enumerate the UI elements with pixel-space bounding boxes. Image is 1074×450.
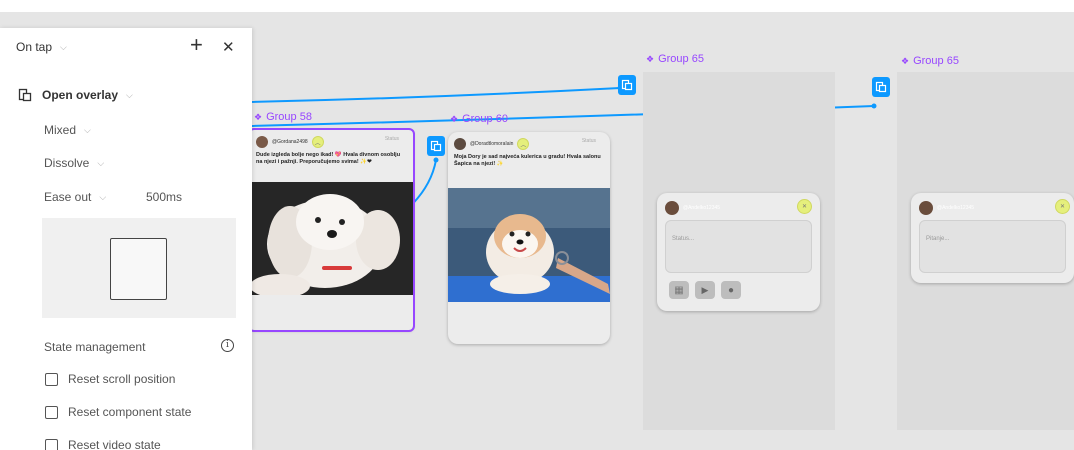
action-dropdown[interactable]: Open overlay ⌵ bbox=[18, 88, 133, 102]
connection-line-1 bbox=[249, 87, 621, 103]
composer-username: @Andelko12345 bbox=[683, 205, 721, 211]
prototype-node-icon[interactable] bbox=[427, 136, 445, 156]
chevron-up-icon[interactable]: ︿ bbox=[517, 138, 530, 150]
animation-dropdown[interactable]: Dissolve ⌵ bbox=[44, 156, 104, 170]
close-panel-button[interactable]: ✕ bbox=[222, 38, 235, 56]
checkbox-label: Reset scroll position bbox=[68, 372, 176, 386]
chevron-up-icon[interactable]: ︿ bbox=[311, 136, 324, 148]
duration-input[interactable]: 500ms bbox=[146, 190, 182, 204]
prototype-node-icon[interactable] bbox=[618, 75, 636, 95]
component-icon: ❖ bbox=[646, 53, 655, 64]
dog-photo-pomeranian bbox=[448, 188, 610, 302]
component-icon: ❖ bbox=[254, 111, 263, 122]
close-icon[interactable]: ✕ bbox=[797, 199, 812, 214]
frame-label-group-65-b[interactable]: ❖ Group 65 bbox=[901, 55, 959, 67]
checkbox-label: Reset video state bbox=[68, 438, 161, 450]
chevron-down-icon: ⌵ bbox=[60, 41, 67, 52]
component-icon: ❖ bbox=[450, 113, 459, 124]
dog-photo-maltese bbox=[250, 182, 413, 295]
state-management-label: State management bbox=[44, 340, 146, 354]
post-username: @DoradtlomoraIain bbox=[470, 141, 514, 147]
checkbox-label: Reset component state bbox=[68, 405, 192, 419]
question-input[interactable]: Pitanje... bbox=[919, 220, 1066, 273]
post-username: @Gordana2498 bbox=[272, 139, 308, 145]
post-card-dory[interactable]: @DoradtlomoraIain ︿ Status Moja Dory je … bbox=[448, 132, 610, 344]
reset-video-checkbox[interactable]: Reset video state bbox=[45, 438, 161, 450]
composer-card-a[interactable]: @Andelko12345 ✕ Status... ▦ ▶ ● bbox=[657, 193, 820, 311]
easing-dropdown[interactable]: Ease out ⌵ bbox=[44, 190, 106, 204]
action-label: Open overlay bbox=[42, 88, 119, 102]
post-text: Dude izgleda bolje nego ikad! 💖 Hvala di… bbox=[256, 152, 401, 165]
post-status: Status bbox=[581, 138, 596, 144]
component-icon: ❖ bbox=[901, 55, 910, 66]
post-status: Status bbox=[384, 136, 399, 142]
post-card-gordana[interactable]: @Gordana2498 ︿ Status Dude izgleda bolje… bbox=[248, 128, 415, 332]
animation-label: Dissolve bbox=[44, 156, 90, 170]
status-input[interactable]: Status... bbox=[665, 220, 812, 273]
open-overlay-icon bbox=[18, 88, 32, 102]
chevron-down-icon: ⌵ bbox=[97, 157, 105, 168]
video-icon[interactable]: ▶ bbox=[695, 281, 715, 299]
trigger-dropdown[interactable]: On tap ⌵ bbox=[16, 40, 67, 54]
image-icon[interactable]: ▦ bbox=[669, 281, 689, 299]
trigger-label: On tap bbox=[16, 40, 53, 54]
avatar bbox=[454, 138, 466, 150]
close-icon[interactable]: ✕ bbox=[1055, 199, 1070, 214]
frame-label-group-65-a[interactable]: ❖ Group 65 bbox=[646, 53, 704, 65]
position-dropdown[interactable]: Mixed ⌵ bbox=[44, 123, 91, 137]
composer-username: @Andelko12345 bbox=[937, 205, 975, 211]
prototype-node-icon[interactable] bbox=[872, 77, 890, 97]
position-label: Mixed bbox=[44, 123, 77, 137]
checkbox-box[interactable] bbox=[45, 405, 58, 419]
avatar bbox=[665, 201, 679, 215]
avatar bbox=[256, 136, 268, 148]
frame-label-group-60[interactable]: ❖ Group 60 bbox=[450, 113, 508, 125]
location-icon[interactable]: ● bbox=[721, 281, 741, 299]
avatar bbox=[919, 201, 933, 215]
chevron-down-icon: ⌵ bbox=[126, 89, 133, 100]
post-text: Moja Dory je sad najveća kulerica u grad… bbox=[454, 154, 601, 167]
checkbox-box[interactable] bbox=[45, 372, 58, 386]
checkbox-box[interactable] bbox=[45, 438, 58, 450]
animation-preview bbox=[42, 218, 236, 318]
state-management-header: State management bbox=[44, 340, 145, 354]
question-placeholder: Pitanje... bbox=[926, 236, 950, 242]
easing-label: Ease out bbox=[44, 190, 92, 204]
add-interaction-button[interactable]: + bbox=[190, 32, 203, 58]
info-icon[interactable]: i bbox=[221, 339, 234, 352]
composer-card-b[interactable]: @Andelko12345 ✕ Pitanje... bbox=[911, 193, 1074, 283]
chevron-down-icon: ⌵ bbox=[99, 191, 107, 202]
preview-frame bbox=[110, 238, 167, 300]
interaction-panel: On tap ⌵ + ✕ Open overlay ⌵ Mixed ⌵ Diss… bbox=[0, 28, 252, 450]
reset-component-checkbox[interactable]: Reset component state bbox=[45, 405, 191, 419]
status-placeholder: Status... bbox=[672, 236, 695, 242]
reset-scroll-checkbox[interactable]: Reset scroll position bbox=[45, 372, 175, 386]
chevron-down-icon: ⌵ bbox=[84, 124, 91, 135]
frame-label-group-58[interactable]: ❖ Group 58 bbox=[254, 111, 312, 123]
